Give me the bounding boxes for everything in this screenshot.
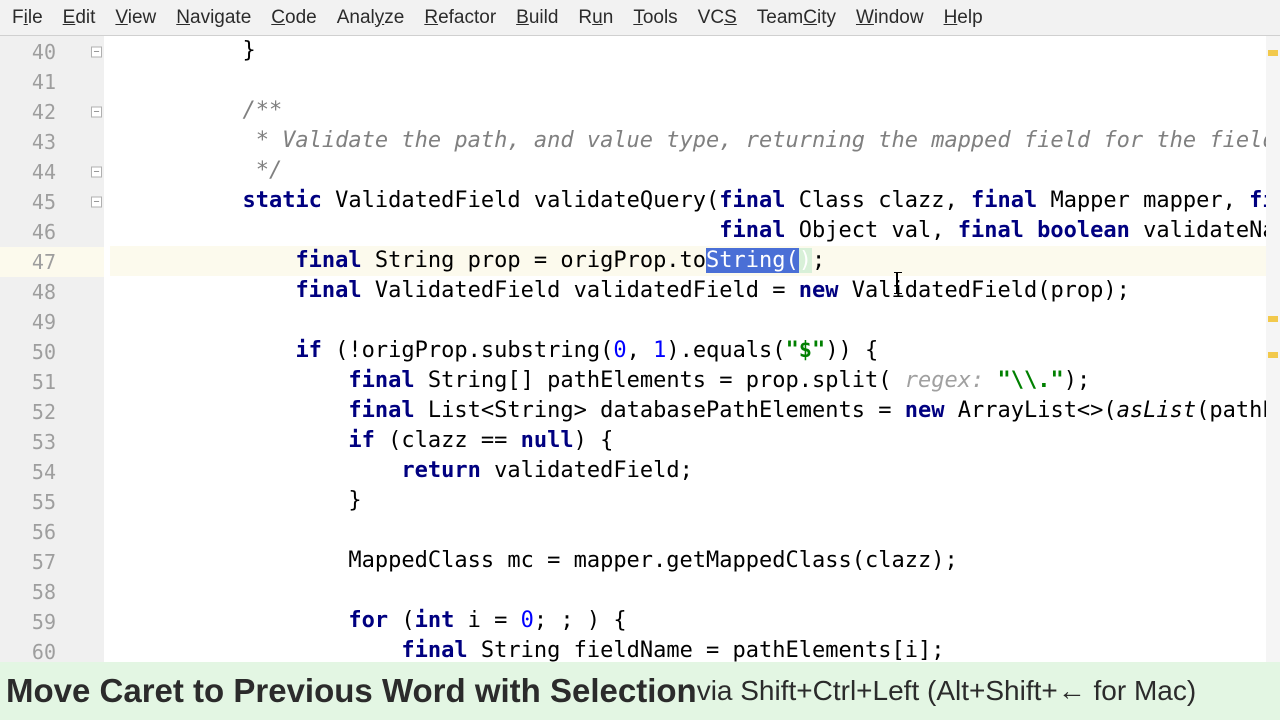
line-number[interactable]: 48 (0, 277, 104, 307)
code-line[interactable]: * Validate the path, and value type, ret… (110, 126, 1280, 156)
fold-toggle-icon[interactable]: − (91, 107, 102, 118)
line-number[interactable]: 56 (0, 517, 104, 547)
menu-code[interactable]: Code (261, 3, 326, 33)
menu-help[interactable]: Help (934, 3, 993, 33)
line-number[interactable]: 58 (0, 577, 104, 607)
code-line[interactable] (110, 516, 1280, 546)
code-line[interactable]: for (int i = 0; ; ) { (110, 606, 1280, 636)
menu-run[interactable]: Run (568, 3, 623, 33)
status-bar-tip: Move Caret to Previous Word with Selecti… (0, 662, 1280, 720)
code-line[interactable]: final String[] pathElements = prop.split… (110, 366, 1280, 396)
menu-vcs[interactable]: VCS (688, 3, 747, 33)
menu-analyze[interactable]: Analyze (327, 3, 415, 33)
code-line[interactable] (110, 306, 1280, 336)
line-number[interactable]: 49 (0, 307, 104, 337)
line-number[interactable]: 53 (0, 427, 104, 457)
menu-teamcity[interactable]: TeamCity (747, 3, 846, 33)
code-line[interactable]: MappedClass mc = mapper.getMappedClass(c… (110, 546, 1280, 576)
line-number[interactable]: 59 (0, 607, 104, 637)
code-line[interactable]: */ (110, 156, 1280, 186)
validation-marker[interactable] (1268, 352, 1278, 358)
code-line[interactable] (110, 576, 1280, 606)
line-number[interactable]: 52 (0, 397, 104, 427)
code-editor[interactable]: } /** * Validate the path, and value typ… (104, 36, 1280, 662)
validation-marker[interactable] (1268, 316, 1278, 322)
menu-view[interactable]: View (105, 3, 166, 33)
code-line[interactable]: } (110, 486, 1280, 516)
code-line[interactable]: } (110, 36, 1280, 66)
validation-marker[interactable] (1268, 50, 1278, 56)
code-line[interactable] (110, 66, 1280, 96)
menu-build[interactable]: Build (506, 3, 568, 33)
line-number[interactable]: 45− (0, 187, 104, 217)
line-number-gutter: 40−4142−4344−45−464748495051525354555657… (0, 36, 104, 662)
error-stripe (1266, 36, 1280, 662)
line-number[interactable]: 50 (0, 337, 104, 367)
line-number[interactable]: 40− (0, 37, 104, 67)
code-line[interactable]: static ValidatedField validateQuery(fina… (110, 186, 1280, 216)
menu-window[interactable]: Window (846, 3, 934, 33)
code-line[interactable]: final String prop = origProp.toString(); (110, 246, 1280, 276)
main-menu-bar: FileEditViewNavigateCodeAnalyzeRefactorB… (0, 0, 1280, 36)
line-number[interactable]: 46 (0, 217, 104, 247)
code-line[interactable]: if (!origProp.substring(0, 1).equals("$"… (110, 336, 1280, 366)
line-number[interactable]: 41 (0, 67, 104, 97)
editor-area: 40−4142−4344−45−464748495051525354555657… (0, 36, 1280, 662)
line-number[interactable]: 57 (0, 547, 104, 577)
menu-refactor[interactable]: Refactor (414, 3, 506, 33)
tip-shortcut: via Shift+Ctrl+Left (Alt+Shift+← for Mac… (697, 675, 1197, 707)
tip-action-name: Move Caret to Previous Word with Selecti… (6, 672, 697, 710)
fold-toggle-icon[interactable]: − (91, 197, 102, 208)
fold-toggle-icon[interactable]: − (91, 47, 102, 58)
line-number[interactable]: 54 (0, 457, 104, 487)
line-number[interactable]: 51 (0, 367, 104, 397)
code-line[interactable]: if (clazz == null) { (110, 426, 1280, 456)
code-line[interactable]: final List<String> databasePathElements … (110, 396, 1280, 426)
code-line[interactable]: final Object val, final boolean validate… (110, 216, 1280, 246)
line-number[interactable]: 44− (0, 157, 104, 187)
line-number[interactable]: 42− (0, 97, 104, 127)
line-number[interactable]: 47 (0, 247, 104, 277)
fold-toggle-icon[interactable]: − (91, 167, 102, 178)
text-cursor-icon (896, 272, 898, 294)
line-number[interactable]: 43 (0, 127, 104, 157)
menu-tools[interactable]: Tools (623, 3, 687, 33)
menu-edit[interactable]: Edit (53, 3, 106, 33)
line-number[interactable]: 55 (0, 487, 104, 517)
code-line[interactable]: /** (110, 96, 1280, 126)
menu-navigate[interactable]: Navigate (166, 3, 261, 33)
code-line[interactable]: return validatedField; (110, 456, 1280, 486)
code-line[interactable]: final ValidatedField validatedField = ne… (110, 276, 1280, 306)
code-line[interactable]: final String fieldName = pathElements[i]… (110, 636, 1280, 662)
menu-file[interactable]: File (2, 3, 53, 33)
